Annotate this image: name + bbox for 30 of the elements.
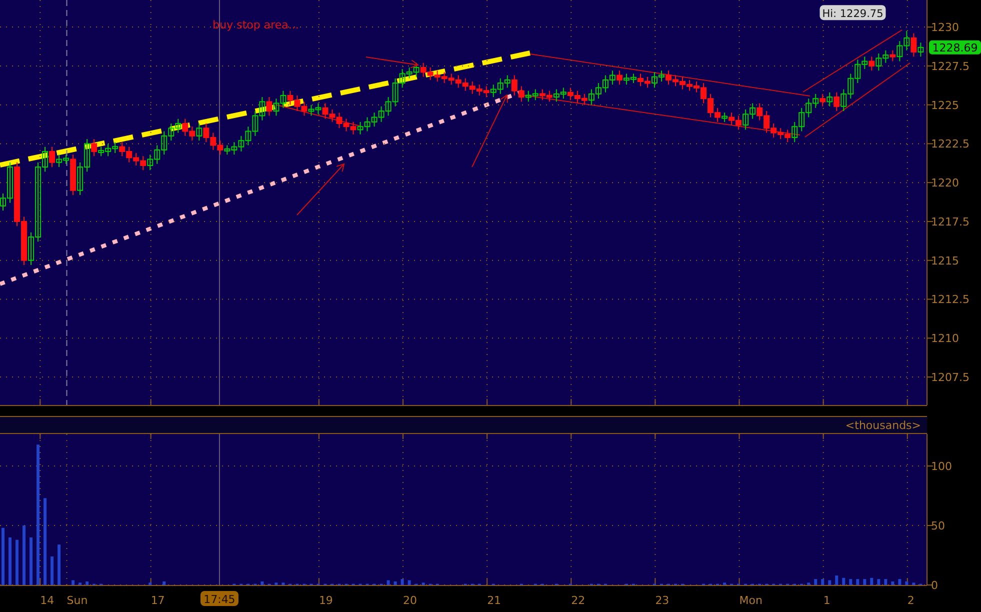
price-axis-label: 1222.5: [931, 138, 970, 151]
price-axis-label: 1225: [931, 98, 959, 112]
time-axis-label: 2: [907, 594, 914, 607]
price-axis-label: 1212.5: [931, 293, 970, 306]
price-axis-label: 1207.5: [931, 371, 970, 384]
time-axis-label: 22: [571, 594, 586, 607]
price-axis-label: 1215: [931, 254, 959, 268]
cursor-time-label: 17:45: [200, 591, 238, 606]
time-axis-label: 23: [655, 594, 670, 607]
price-axis-label: 1217.5: [931, 215, 970, 228]
volume-axis-label: 0: [931, 579, 938, 592]
time-axis-label: 19: [318, 594, 333, 607]
annotation-text: buy stop area...: [212, 18, 299, 32]
time-axis-label: Mon: [739, 594, 762, 607]
time-axis-label: 1: [823, 594, 830, 607]
time-axis-label: 17: [150, 594, 165, 607]
time-axis-label: 21: [487, 594, 502, 607]
price-axis-label: 1227.5: [931, 60, 970, 73]
volume-axis-label: 50: [931, 520, 945, 532]
high-price-callout: Hi: 1229.75: [820, 5, 886, 20]
units-label: <thousands>: [845, 418, 922, 432]
price-axis-label: 1210: [931, 332, 959, 346]
time-axis-label: 20: [403, 594, 417, 607]
last-price-badge: 1228.69: [929, 40, 981, 54]
price-axis-label: 1230: [931, 21, 959, 34]
time-axis-label: 14: [40, 594, 54, 607]
time-axis-label: Sun: [66, 594, 88, 607]
annotation: Hi: 1229.75: [822, 8, 884, 20]
volume-axis-label: 100: [931, 460, 952, 473]
price-axis-label: 1220: [931, 176, 959, 190]
